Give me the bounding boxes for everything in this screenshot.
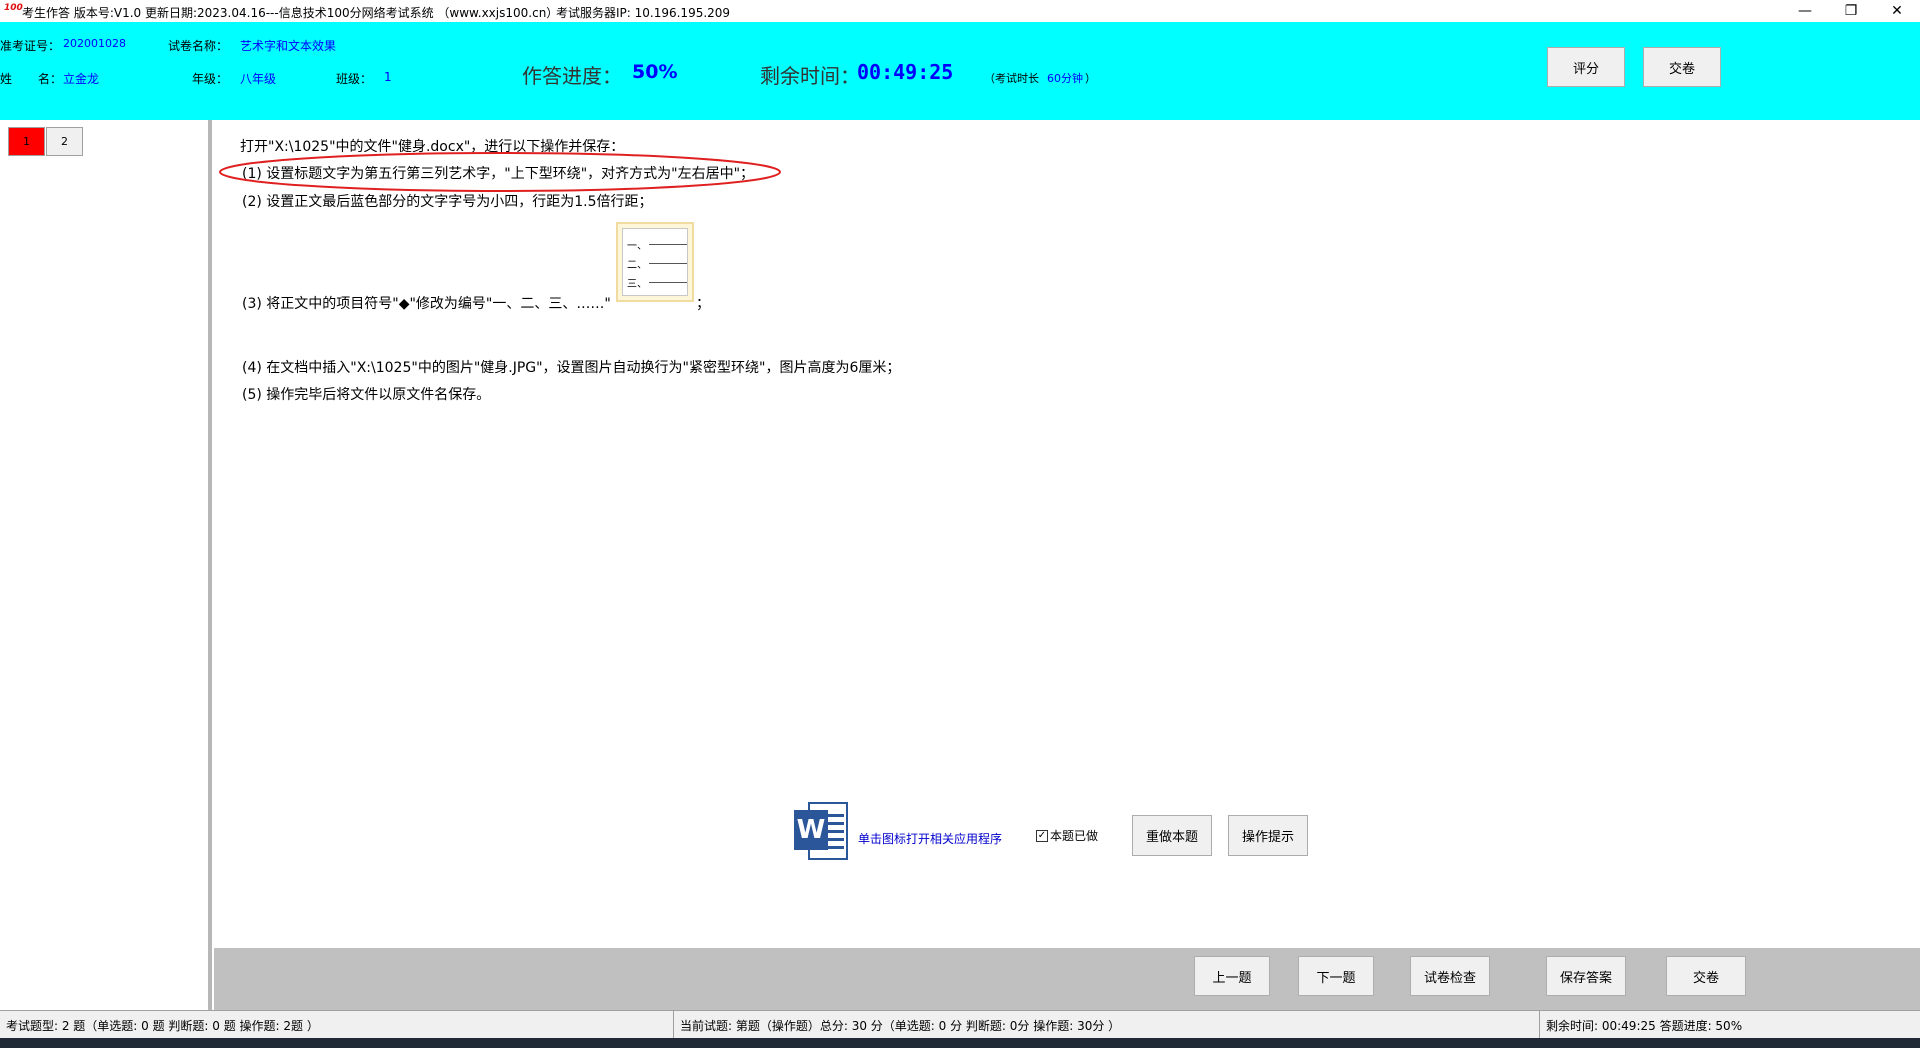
score-button[interactable]: 评分	[1547, 47, 1625, 87]
status-remaining-progress: 剩余时间: 00:49:25 答题进度: 50%	[1546, 1018, 1743, 1033]
task-step-3-suffix: ；	[696, 296, 710, 312]
task-step-4: (4) 在文档中插入"X:\1025"中的图片"健身.JPG"，设置图片自动换行…	[242, 360, 901, 376]
open-app-link[interactable]: 单击图标打开相关应用程序	[858, 830, 1002, 847]
submit-button[interactable]: 交卷	[1666, 956, 1746, 996]
exam-id-label: 准考证号：	[0, 39, 61, 53]
question-2-button[interactable]: 2	[46, 127, 83, 156]
exam-duration-value: 60分钟	[1047, 72, 1083, 85]
class-label: 班级：	[336, 72, 373, 86]
remaining-time-value: 00:49:25	[857, 60, 954, 84]
header-submit-button[interactable]: 交卷	[1643, 47, 1721, 87]
exam-id-value: 202001028	[63, 37, 126, 50]
student-name-label-part1: 姓	[0, 72, 13, 86]
hint-button[interactable]: 操作提示	[1228, 815, 1308, 856]
grade-value: 八年级	[240, 72, 277, 86]
task-step-2: (2) 设置正文最后蓝色部分的文字字号为小四，行距为1.5倍行距；	[242, 194, 653, 210]
progress-value: 50%	[632, 61, 678, 83]
annotation-ellipse	[219, 152, 781, 192]
prev-question-button[interactable]: 上一题	[1194, 956, 1270, 996]
done-checkbox-label: 本题已做	[1050, 829, 1099, 843]
numbering-item-1: 一、	[627, 241, 647, 252]
numbering-item-2: 二、	[627, 260, 647, 271]
server-ip: 考试服务器IP: 10.196.195.209	[556, 6, 731, 20]
word-icon-letter: W	[794, 810, 828, 850]
exam-duration-suffix: ）	[1085, 72, 1096, 85]
question-list-panel: 1 2	[0, 120, 212, 1010]
window-title: 考生作答 版本号:V1.0 更新日期:2023.04.16---信息技术100分…	[22, 6, 559, 20]
window-titlebar: 100 考生作答 版本号:V1.0 更新日期:2023.04.16---信息技术…	[0, 0, 1920, 22]
numbering-preview-image: 一、 二、 三、	[616, 222, 694, 302]
minimize-icon[interactable]: —	[1782, 0, 1828, 22]
remaining-time-label: 剩余时间：	[760, 64, 860, 88]
task-step-5: (5) 操作完毕后将文件以原文件名保存。	[242, 387, 491, 403]
class-value: 1	[384, 70, 392, 84]
progress-label: 作答进度：	[522, 64, 622, 88]
paper-name-value: 艺术字和文本效果	[240, 39, 337, 53]
student-name-value: 立金龙	[63, 72, 100, 86]
status-bar: 考试题型: 2 题（单选题: 0 题 判断题: 0 题 操作题: 2题 ） 当前…	[0, 1010, 1920, 1039]
paper-name-label: 试卷名称：	[168, 39, 229, 53]
question-content: 打开"X:\1025"中的文件"健身.docx"，进行以下操作并保存： (1) …	[216, 120, 1920, 948]
exam-duration-prefix: （考试时长	[984, 72, 1039, 85]
task-step-3: (3) 将正文中的项目符号"◆"修改为编号"一、二、三、……"	[242, 296, 611, 312]
navigation-bar: 上一题 下一题 试卷检查 保存答案 交卷	[214, 948, 1920, 1010]
app-logo-icon: 100	[4, 3, 23, 13]
question-1-button[interactable]: 1	[8, 127, 45, 156]
exam-header: 准考证号： 202001028 试卷名称： 艺术字和文本效果 姓 名： 立金龙 …	[0, 22, 1920, 120]
save-answer-button[interactable]: 保存答案	[1546, 956, 1626, 996]
done-checkbox-group[interactable]: ✓ 本题已做	[1036, 827, 1098, 844]
grade-label: 年级：	[192, 72, 229, 86]
status-current-question: 当前试题: 第题（操作题）总分: 30 分（单选题: 0 分 判断题: 0分 操…	[674, 1011, 1540, 1039]
done-checkbox[interactable]: ✓	[1036, 829, 1048, 842]
paper-check-button[interactable]: 试卷检查	[1410, 956, 1490, 996]
status-question-types: 考试题型: 2 题（单选题: 0 题 判断题: 0 题 操作题: 2题 ）	[0, 1011, 674, 1039]
taskbar-strip	[0, 1038, 1920, 1048]
redo-button[interactable]: 重做本题	[1132, 815, 1212, 856]
word-app-icon[interactable]: W	[794, 802, 852, 860]
numbering-item-3: 三、	[627, 279, 647, 290]
student-name-label-part2: 名：	[38, 72, 63, 86]
restore-icon[interactable]: ❐	[1828, 0, 1874, 22]
close-icon[interactable]: ✕	[1874, 0, 1920, 22]
next-question-button[interactable]: 下一题	[1298, 956, 1374, 996]
